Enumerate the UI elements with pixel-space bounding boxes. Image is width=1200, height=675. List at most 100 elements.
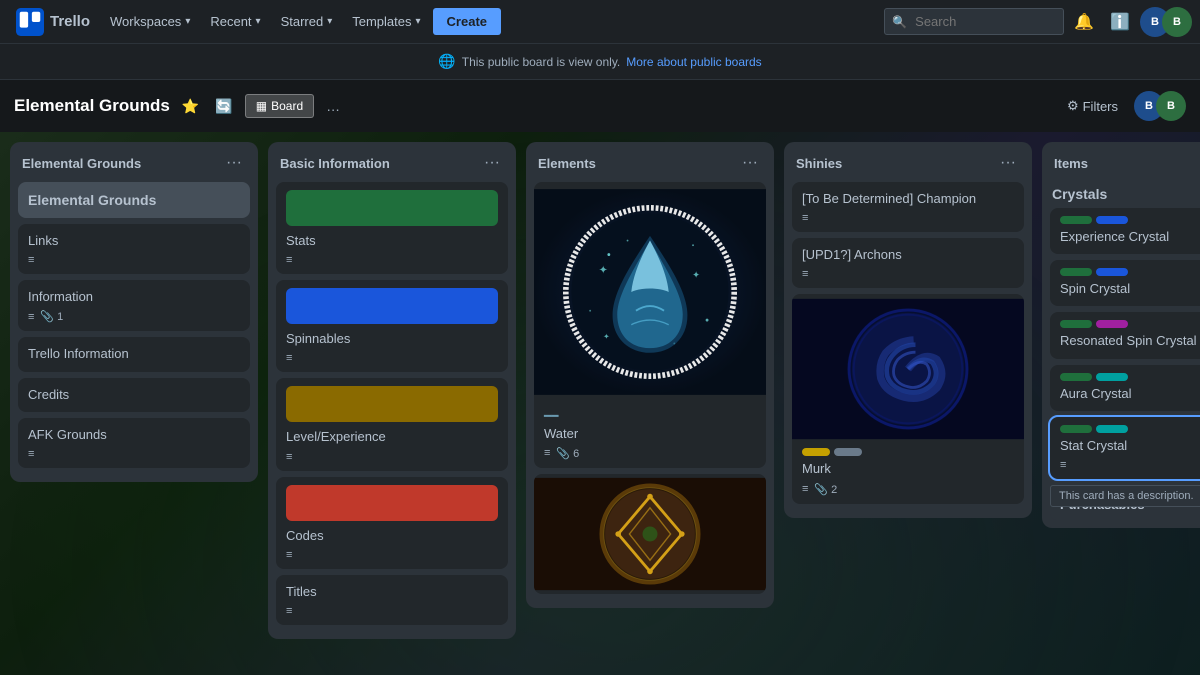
starred-button[interactable]: Starred ▾: [273, 8, 341, 35]
sync-icon[interactable]: 🔄: [211, 94, 236, 119]
card-level-experience[interactable]: Level/Experience ≡: [276, 378, 508, 470]
trello-label: Trello: [50, 13, 90, 30]
attachment-icon: 📎 6: [556, 447, 579, 460]
board-header: Elemental Grounds ⭐ 🔄 ▦ Board … ⚙ Filter…: [0, 80, 1200, 132]
bell-icon: 🔔: [1074, 12, 1094, 32]
card-title: Experience Crystal: [1060, 228, 1200, 246]
card-title: Titles: [286, 583, 498, 601]
svg-text:✦: ✦: [599, 264, 608, 276]
templates-button[interactable]: Templates ▾: [344, 8, 428, 35]
list-title-items: Items: [1054, 156, 1088, 171]
list-menu-button[interactable]: ···: [222, 152, 246, 174]
description-icon: ≡: [286, 549, 292, 561]
card-champion[interactable]: [To Be Determined] Champion ≡: [792, 182, 1024, 232]
card-credits[interactable]: Credits: [18, 378, 250, 412]
description-icon: ≡: [802, 212, 808, 224]
card-murk[interactable]: Murk ≡ 📎 2: [792, 294, 1024, 503]
card-meta: ≡: [28, 448, 240, 460]
list-header-basic-information: Basic Information ···: [268, 142, 516, 182]
card-title: ━━: [544, 408, 756, 425]
card-labels: [1060, 373, 1200, 381]
card-codes[interactable]: Codes ≡: [276, 477, 508, 569]
list-body-items: Crystals Experience Crystal Spin Crystal: [1042, 182, 1200, 528]
card-labels: [802, 448, 1014, 456]
card-meta: ≡: [286, 549, 498, 561]
card-meta: ≡ 📎 6: [544, 447, 756, 460]
card-water[interactable]: ✦ ✦ ✦ ━━ Water ≡ 📎 6: [534, 182, 766, 468]
list-header-shinies: Shinies ···: [784, 142, 1032, 182]
description-icon: ≡: [28, 311, 34, 323]
description-icon: ≡: [1060, 459, 1066, 471]
card-meta: ≡: [802, 268, 1014, 280]
workspaces-button[interactable]: Workspaces ▾: [102, 8, 198, 35]
board-title: Elemental Grounds: [14, 96, 170, 116]
card-title: AFK Grounds: [28, 426, 240, 444]
list-menu-button[interactable]: ···: [480, 152, 504, 174]
create-button[interactable]: Create: [433, 8, 501, 35]
card-afk-grounds[interactable]: AFK Grounds ≡: [18, 418, 250, 468]
card-trello-information[interactable]: Trello Information: [18, 337, 250, 371]
card-title: Elemental Grounds: [28, 192, 240, 208]
board-avatar-secondary[interactable]: B: [1156, 91, 1186, 121]
public-boards-link[interactable]: More about public boards: [626, 55, 761, 69]
description-icon: ≡: [544, 447, 550, 459]
board-view-button[interactable]: ▦ Board: [245, 94, 314, 118]
card-title: [To Be Determined] Champion: [802, 190, 1014, 208]
card-title: Murk: [802, 460, 1014, 478]
chevron-down-icon: ▾: [185, 16, 190, 27]
card-meta: ≡: [286, 451, 498, 463]
card-title: Spinnables: [286, 330, 498, 348]
description-icon: ≡: [286, 451, 292, 463]
card-meta: ≡: [286, 254, 498, 266]
star-icon[interactable]: ⭐: [178, 94, 203, 119]
card-information[interactable]: Information ≡ 📎 1: [18, 280, 250, 331]
card-experience-crystal[interactable]: Experience Crystal: [1050, 208, 1200, 254]
chevron-down-icon: ▾: [416, 16, 421, 27]
search-wrap: 🔍: [884, 8, 1064, 35]
card-links[interactable]: Links ≡: [18, 224, 250, 274]
trello-logo[interactable]: Trello: [8, 8, 98, 36]
card-meta: ≡: [28, 254, 240, 266]
recent-button[interactable]: Recent ▾: [202, 8, 268, 35]
banner-text: This public board is view only.: [462, 55, 621, 69]
board-user-avatars: B B: [1134, 91, 1186, 121]
notifications-button[interactable]: 🔔: [1068, 6, 1100, 38]
card-meta: ≡: [1060, 459, 1200, 471]
description-icon: ≡: [802, 483, 808, 495]
card-earth[interactable]: [534, 474, 766, 594]
card-spinnables[interactable]: Spinnables ≡: [276, 280, 508, 372]
card-elemental-grounds-main[interactable]: Elemental Grounds: [18, 182, 250, 218]
filters-button[interactable]: ⚙ Filters: [1059, 94, 1126, 118]
card-aura-crystal[interactable]: Aura Crystal: [1050, 365, 1200, 411]
list-menu-button[interactable]: ···: [738, 152, 762, 174]
card-labels: [1060, 268, 1200, 276]
board-icon: ▦: [256, 99, 267, 113]
card-stat-crystal[interactable]: Stat Crystal ≡ This card has a descripti…: [1050, 417, 1200, 479]
chevron-down-icon: ▾: [256, 16, 261, 27]
card-spin-crystal[interactable]: Spin Crystal: [1050, 260, 1200, 306]
card-title: Information: [28, 288, 240, 306]
card-title: Level/Experience: [286, 428, 498, 446]
list-header-items: Items ···: [1042, 142, 1200, 182]
list-basic-information: Basic Information ··· Stats ≡ Spinnables…: [268, 142, 516, 639]
attachment-icon: 📎 2: [814, 483, 837, 496]
search-input[interactable]: [884, 8, 1064, 35]
filter-icon: ⚙: [1067, 98, 1079, 114]
card-resonated-spin-crystal[interactable]: Resonated Spin Crystal: [1050, 312, 1200, 358]
list-menu-button[interactable]: ···: [996, 152, 1020, 174]
more-options-icon[interactable]: …: [322, 94, 344, 118]
board-canvas: Elemental Grounds ··· Elemental Grounds …: [0, 132, 1200, 675]
list-header-elemental-grounds: Elemental Grounds ···: [10, 142, 258, 182]
attachment-icon: 📎 1: [40, 310, 63, 323]
description-icon: ≡: [28, 254, 34, 266]
card-meta: ≡: [286, 605, 498, 617]
avatar-secondary[interactable]: B: [1162, 7, 1192, 37]
info-button[interactable]: ℹ️: [1104, 6, 1136, 38]
card-title: Aura Crystal: [1060, 385, 1200, 403]
card-archons[interactable]: [UPD1?] Archons ≡: [792, 238, 1024, 288]
card-stats[interactable]: Stats ≡: [276, 182, 508, 274]
card-title: Spin Crystal: [1060, 280, 1200, 298]
card-meta: ≡: [802, 212, 1014, 224]
description-icon: ≡: [286, 605, 292, 617]
card-titles[interactable]: Titles ≡: [276, 575, 508, 625]
